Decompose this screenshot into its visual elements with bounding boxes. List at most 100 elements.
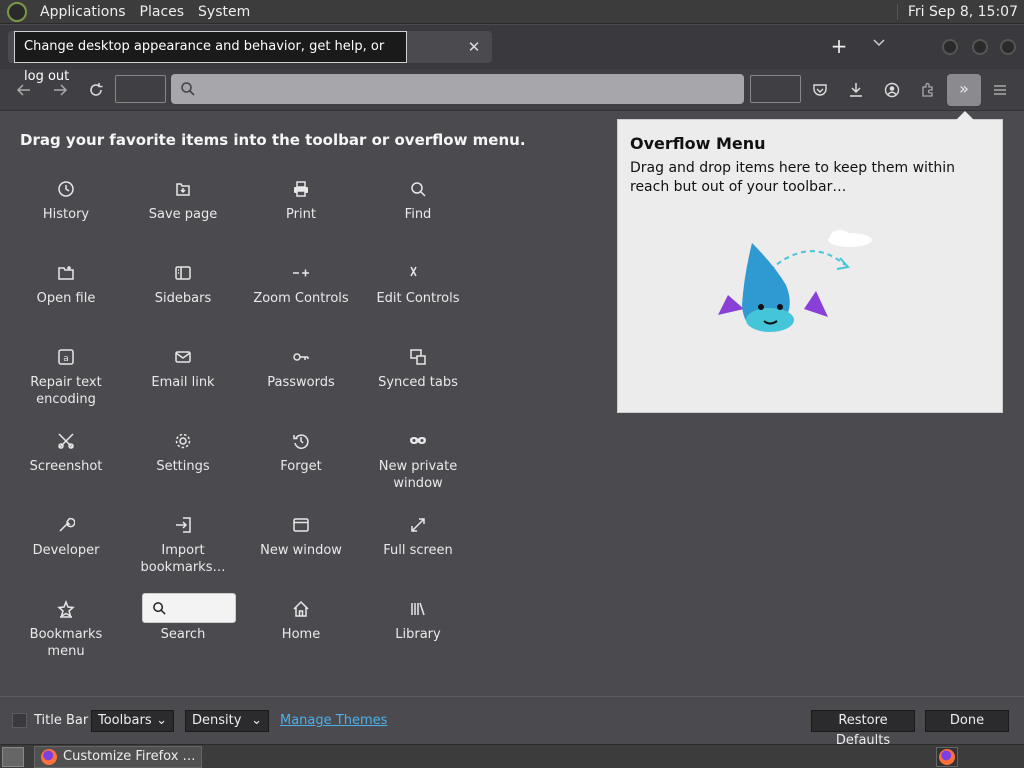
- palette-item-label: Zoom Controls: [253, 291, 349, 306]
- clock[interactable]: Fri Sep 8, 15:07: [896, 3, 1018, 20]
- palette-item-passwords[interactable]: Passwords: [246, 348, 356, 391]
- url-bar[interactable]: [171, 74, 744, 104]
- palette-item-full-screen[interactable]: Full screen: [363, 516, 473, 559]
- screenshot-icon: [57, 432, 75, 450]
- toolbars-dropdown[interactable]: Toolbars ⌄: [91, 710, 174, 732]
- palette-item-save-page[interactable]: Save page: [128, 180, 238, 223]
- overflow-description: Drag and drop items here to keep them wi…: [630, 160, 956, 195]
- palette-item-sidebars[interactable]: Sidebars: [128, 264, 238, 307]
- palette-item-label: Open file: [36, 291, 96, 306]
- new-tab-icon[interactable]: +: [828, 35, 850, 57]
- gear-icon: [174, 432, 192, 450]
- palette-item-label: Email link: [151, 375, 215, 390]
- palette-item-open-file[interactable]: Open file: [11, 264, 121, 307]
- palette-item-label: New window: [260, 543, 342, 558]
- save-icon: [174, 180, 192, 198]
- palette-item-label: Save page: [148, 207, 218, 222]
- maximize-window-button[interactable]: [972, 39, 988, 55]
- palette-item-home[interactable]: Home: [246, 600, 356, 643]
- palette-item-settings[interactable]: Settings: [128, 432, 238, 475]
- chevron-down-icon: ⌄: [156, 713, 167, 728]
- chevron-down-icon[interactable]: [868, 35, 890, 57]
- palette-item-history[interactable]: History: [11, 180, 121, 223]
- palette-item-zoom-controls[interactable]: Zoom Controls: [246, 264, 356, 307]
- svg-text:a: a: [63, 354, 69, 364]
- reload-icon[interactable]: [85, 79, 107, 101]
- edit-icon: [409, 264, 427, 282]
- import-icon: [174, 516, 192, 534]
- library-icon: [409, 600, 427, 618]
- title-bar-checkbox[interactable]: [12, 713, 27, 728]
- palette-item-repair-text-encoding[interactable]: a Repair text encoding: [11, 348, 121, 408]
- navigation-toolbar: »: [0, 69, 1024, 111]
- dragon-illustration-icon: [718, 230, 872, 332]
- hamburger-menu-icon[interactable]: [989, 79, 1011, 101]
- palette-item-label: Screenshot: [29, 459, 103, 474]
- fullscreen-icon: [409, 516, 427, 534]
- palette-item-label: Print: [286, 207, 316, 222]
- magnifier-icon: [409, 180, 427, 198]
- bottom-taskbar: Customize Firefox …: [0, 744, 1024, 768]
- palette-item-screenshot[interactable]: Screenshot: [11, 432, 121, 475]
- search-widget[interactable]: [142, 593, 236, 623]
- palette-item-forget[interactable]: Forget: [246, 432, 356, 475]
- density-dropdown[interactable]: Density ⌄: [185, 710, 269, 732]
- downloads-icon[interactable]: [845, 79, 867, 101]
- title-bar-label[interactable]: Title Bar: [34, 713, 88, 728]
- restore-defaults-button[interactable]: Restore Defaults: [811, 710, 915, 748]
- close-window-button[interactable]: [1000, 39, 1016, 55]
- flexible-space-left[interactable]: [115, 75, 166, 103]
- density-label: Density: [192, 713, 242, 728]
- palette-item-new-window[interactable]: New window: [246, 516, 356, 559]
- palette-item-bookmarks-menu[interactable]: Bookmarks menu: [11, 599, 121, 660]
- search-widget-icon: [153, 602, 166, 615]
- firefox-icon: [939, 749, 955, 765]
- clock-icon: [57, 180, 75, 198]
- overflow-title: Overflow Menu: [630, 134, 766, 153]
- close-tab-icon[interactable]: ✕: [464, 37, 484, 57]
- system-menu-tooltip: Change desktop appearance and behavior, …: [14, 31, 407, 84]
- home-icon: [292, 600, 310, 618]
- palette-item-find[interactable]: Find: [363, 180, 473, 223]
- taskbar-window-button[interactable]: Customize Firefox …: [34, 746, 202, 768]
- palette-item-edit-controls[interactable]: Edit Controls: [363, 264, 473, 307]
- pocket-icon[interactable]: [809, 79, 831, 101]
- flexible-space-right[interactable]: [750, 75, 801, 103]
- mail-icon: [174, 348, 192, 366]
- done-button[interactable]: Done: [925, 710, 1009, 732]
- palette-item-print[interactable]: Print: [246, 180, 356, 223]
- system-menu[interactable]: System: [191, 4, 257, 20]
- overflow-chevrons-icon[interactable]: »: [947, 74, 981, 106]
- palette-item-label: New private window: [378, 459, 458, 491]
- distro-logo-icon[interactable]: [7, 1, 27, 22]
- palette-item-label: Passwords: [267, 375, 335, 390]
- key-icon: [292, 348, 310, 366]
- show-desktop-icon[interactable]: [2, 747, 24, 767]
- synced-tabs-icon: [409, 348, 427, 366]
- palette-item-import-bookmarks[interactable]: Import bookmarks…: [128, 516, 238, 576]
- forget-icon: [292, 432, 310, 450]
- wrench-icon: [57, 516, 76, 534]
- palette-item-new-private-window[interactable]: New private window: [363, 432, 473, 492]
- palette-title: Drag your favorite items into the toolba…: [20, 131, 526, 149]
- palette-item-library[interactable]: Library: [363, 600, 473, 643]
- palette-item-label: Find: [404, 207, 432, 222]
- applications-menu[interactable]: Applications: [33, 4, 133, 20]
- extensions-icon[interactable]: [917, 79, 939, 101]
- account-icon[interactable]: [881, 79, 903, 101]
- toolbars-label: Toolbars: [98, 713, 152, 728]
- minimize-window-button[interactable]: [942, 39, 958, 55]
- palette-item-label: Edit Controls: [376, 291, 460, 306]
- palette-item-developer[interactable]: Developer: [11, 516, 121, 559]
- manage-themes-link[interactable]: Manage Themes: [280, 713, 387, 728]
- palette-item-label: Settings: [156, 459, 210, 474]
- printer-icon: [292, 180, 310, 198]
- places-menu[interactable]: Places: [133, 4, 192, 20]
- customize-footer: Title Bar Toolbars ⌄ Density ⌄ Manage Th…: [0, 696, 1024, 748]
- palette-item-email-link[interactable]: Email link: [128, 348, 238, 391]
- palette-item-label: Full screen: [383, 543, 453, 558]
- palette-item-synced-tabs[interactable]: Synced tabs: [363, 348, 473, 391]
- encoding-icon: a: [57, 348, 75, 366]
- tray-firefox-button[interactable]: [936, 747, 958, 767]
- window-icon: [292, 516, 310, 534]
